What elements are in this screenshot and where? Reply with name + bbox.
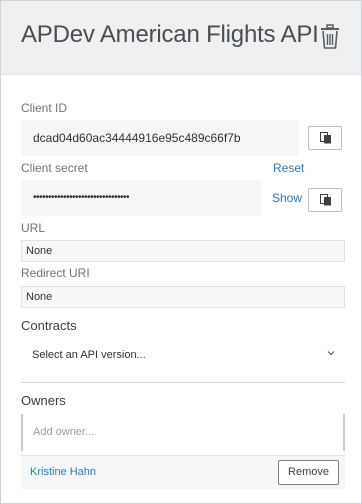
owner-name-link[interactable]: Kristine Hahn bbox=[30, 466, 96, 478]
client-secret-field[interactable]: •••••••••••••••••••••••••••••••• bbox=[21, 180, 261, 216]
copy-client-secret-button[interactable] bbox=[308, 188, 342, 212]
page-title: APDev American Flights API bbox=[21, 21, 319, 48]
panel-header: APDev American Flights API bbox=[1, 1, 361, 75]
redirect-uri-label: Redirect URI bbox=[21, 266, 90, 280]
copy-client-id-button[interactable] bbox=[308, 126, 342, 150]
trash-icon[interactable] bbox=[319, 24, 341, 50]
remove-owner-button[interactable]: Remove bbox=[278, 460, 339, 485]
clipboard-icon bbox=[320, 132, 331, 144]
client-id-label: Client ID bbox=[21, 101, 68, 115]
show-secret-link[interactable]: Show bbox=[272, 191, 302, 205]
url-label: URL bbox=[21, 221, 46, 235]
client-secret-label: Client secret bbox=[21, 161, 88, 175]
api-version-select[interactable]: Select an API version... bbox=[21, 342, 345, 368]
owners-label: Owners bbox=[21, 393, 66, 408]
reset-secret-link[interactable]: Reset bbox=[273, 161, 304, 175]
api-version-select-value: Select an API version... bbox=[32, 349, 146, 361]
redirect-uri-field[interactable]: None bbox=[21, 286, 345, 308]
client-id-field[interactable]: dcad04d60ac34444916e95c489c66f7b bbox=[21, 120, 299, 156]
application-detail-panel: APDev American Flights API Client ID dca… bbox=[0, 0, 362, 504]
section-divider bbox=[21, 382, 345, 383]
chevron-down-icon bbox=[327, 351, 335, 356]
contracts-label: Contracts bbox=[21, 318, 77, 333]
add-owner-input[interactable]: Add owner... bbox=[21, 414, 345, 451]
owner-list-item: Kristine Hahn Remove bbox=[21, 455, 345, 489]
clipboard-icon bbox=[320, 194, 331, 206]
url-field[interactable]: None bbox=[21, 240, 345, 262]
